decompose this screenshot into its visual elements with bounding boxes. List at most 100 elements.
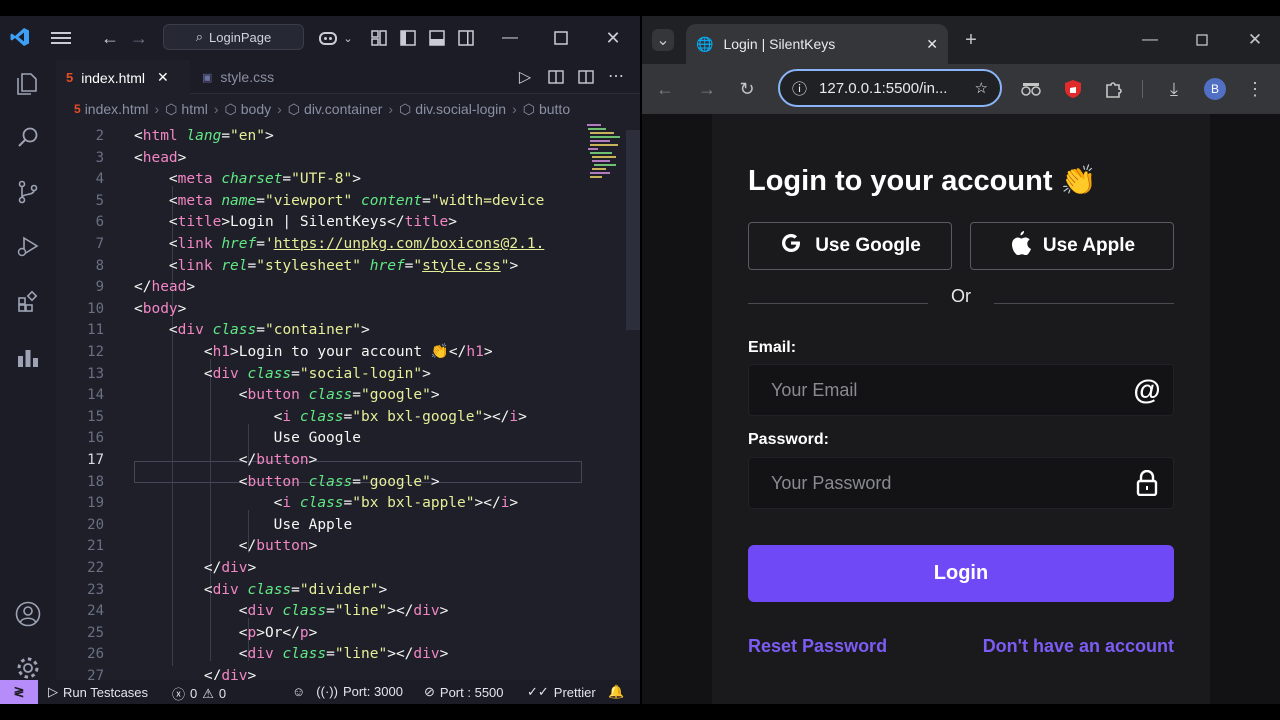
problems-item[interactable]: ⓧ 0 ⚠ 0 xyxy=(172,684,226,703)
port-3000-item[interactable]: ☺ ((·)) Port: 3000 xyxy=(292,684,403,699)
run-testcases-item[interactable]: ▷ Run Testcases xyxy=(48,684,148,700)
tab-close-icon[interactable]: ✕ xyxy=(926,36,938,53)
code-line[interactable]: 8 <link rel="stylesheet" href="style.css… xyxy=(56,256,586,278)
code-line[interactable]: 6 <title>Login | SilentKeys</title> xyxy=(56,212,586,234)
signup-link[interactable]: Don't have an account xyxy=(983,636,1174,657)
code-line[interactable]: 5 <meta name="viewport" content="width=d… xyxy=(56,191,586,213)
forward-arrow-icon[interactable]: → xyxy=(129,28,149,48)
remote-indicator[interactable]: ≷ xyxy=(0,680,38,704)
tab-index-html[interactable]: 5 index.html ✕ xyxy=(56,60,190,94)
extension-shield-icon[interactable] xyxy=(1062,78,1084,100)
code-line[interactable]: 21 </button> xyxy=(56,536,586,558)
minimize-icon[interactable]: — xyxy=(1139,29,1161,51)
code-line[interactable]: 15 <i class="bx bxl-google"></i> xyxy=(56,407,586,429)
email-field[interactable]: Your Email @ xyxy=(748,364,1174,416)
code-line[interactable]: 17 </button> xyxy=(56,450,586,472)
minimize-icon[interactable]: — xyxy=(500,28,520,48)
code-line[interactable]: 20 Use Apple xyxy=(56,515,586,537)
more-actions-icon[interactable]: ⋯ xyxy=(605,65,627,87)
run-debug-icon[interactable] xyxy=(14,232,42,260)
open-preview-icon[interactable] xyxy=(545,66,567,88)
chrome-menu-icon[interactable]: ⋮ xyxy=(1244,78,1266,100)
source-control-icon[interactable] xyxy=(14,178,42,206)
code-editor[interactable]: 2 <html lang="en"> 3 <head> 4 <meta charset=… xyxy=(56,122,640,680)
reset-password-link[interactable]: Reset Password xyxy=(748,636,887,657)
code-line[interactable]: 12 <h1>Login to your account 👏</h1> xyxy=(56,342,586,364)
layout-icon[interactable] xyxy=(369,28,389,48)
close-icon[interactable]: ✕ xyxy=(1244,29,1266,51)
code-line[interactable]: 18 <button class="google"> xyxy=(56,472,586,494)
explorer-icon[interactable] xyxy=(14,70,42,98)
run-file-icon[interactable]: ▷ xyxy=(514,66,536,88)
bar-chart-icon[interactable] xyxy=(14,344,42,372)
account-icon[interactable] xyxy=(14,600,42,628)
breadcrumb-item[interactable]: butto xyxy=(539,101,570,117)
code-line[interactable]: 16 Use Google xyxy=(56,428,586,450)
code-token: = xyxy=(256,322,265,339)
command-center-search[interactable]: ⌕ LoginPage xyxy=(163,24,304,50)
close-icon[interactable]: ✕ xyxy=(603,28,623,48)
copilot-icon[interactable] xyxy=(318,28,338,48)
code-line[interactable]: 22 </div> xyxy=(56,558,586,580)
code-line[interactable]: 10 <body> xyxy=(56,299,586,321)
maximize-icon[interactable] xyxy=(551,28,571,48)
code-line[interactable]: 25 <p>Or</p> xyxy=(56,623,586,645)
breadcrumb-item[interactable]: body xyxy=(241,101,271,117)
port-5500-item[interactable]: ⊘ Port : 5500 xyxy=(424,684,504,700)
extension-glasses-icon[interactable] xyxy=(1020,78,1042,100)
tab-close-icon[interactable]: ✕ xyxy=(157,69,169,86)
editor-scrollbar[interactable] xyxy=(626,130,640,330)
breadcrumb-item[interactable]: index.html xyxy=(85,101,149,117)
code-line[interactable]: 2 <html lang="en"> xyxy=(56,126,586,148)
notifications-bell-icon[interactable]: 🔔 xyxy=(608,684,624,700)
site-info-icon[interactable]: ⓘ xyxy=(792,78,807,99)
address-bar[interactable]: ⓘ 127.0.0.1:5500/in... ☆ xyxy=(778,69,1002,107)
apple-login-button[interactable]: Use Apple xyxy=(970,222,1174,270)
code-line[interactable]: 23 <div class="divider"> xyxy=(56,580,586,602)
google-login-button[interactable]: Use Google xyxy=(748,222,952,270)
download-icon[interactable]: ⤓ xyxy=(1163,78,1185,100)
code-line[interactable]: 9 </head> xyxy=(56,277,586,299)
toggle-sidebar-icon[interactable] xyxy=(398,28,418,48)
code-line[interactable]: 7 <link href='https://unpkg.com/boxicons… xyxy=(56,234,586,256)
line-number: 20 xyxy=(87,516,104,533)
screen: ← → ⌕ LoginPage ⌄ — ✕ 5 index.html ✕ ▣ s… xyxy=(0,16,1280,704)
maximize-icon[interactable] xyxy=(1191,29,1213,51)
toggle-secondary-sidebar-icon[interactable] xyxy=(456,28,476,48)
menu-icon[interactable] xyxy=(51,28,71,48)
extensions-puzzle-icon[interactable] xyxy=(1102,78,1124,100)
code-line[interactable]: 19 <i class="bx bxl-apple"></i> xyxy=(56,493,586,515)
minimap[interactable] xyxy=(584,122,624,202)
tab-search-chevron-icon[interactable]: ⌄ xyxy=(652,29,674,51)
code-line[interactable]: 4 <meta charset="UTF-8"> xyxy=(56,169,586,191)
breadcrumb-item[interactable]: div.social-login xyxy=(415,101,506,117)
settings-gear-icon[interactable] xyxy=(14,654,42,682)
code-line[interactable]: 26 <div class="line"></div> xyxy=(56,644,586,666)
code-line[interactable]: 27 </div> xyxy=(56,666,586,680)
code-line[interactable]: 3 <head> xyxy=(56,148,586,170)
reload-icon[interactable]: ↻ xyxy=(736,78,758,100)
breadcrumb-item[interactable]: div.container xyxy=(304,101,382,117)
search-icon[interactable] xyxy=(14,124,42,152)
password-field[interactable]: Your Password xyxy=(748,457,1174,509)
back-arrow-icon[interactable]: ← xyxy=(100,28,120,48)
profile-avatar[interactable]: B xyxy=(1204,78,1226,100)
code-token: p xyxy=(247,624,257,641)
code-line[interactable]: 13 <div class="social-login"> xyxy=(56,364,586,386)
browser-tab[interactable]: 🌐 Login | SilentKeys ✕ xyxy=(686,24,948,64)
code-line[interactable]: 11 <div class="container"> xyxy=(56,320,586,342)
breadcrumb-item[interactable]: html xyxy=(181,101,207,117)
login-button[interactable]: Login xyxy=(748,545,1174,602)
tab-style-css[interactable]: ▣ style.css xyxy=(192,60,312,94)
forward-arrow-icon[interactable]: → xyxy=(696,78,718,100)
prettier-item[interactable]: ✓✓ Prettier xyxy=(527,684,596,700)
code-line[interactable]: 24 <div class="line"></div> xyxy=(56,601,586,623)
new-tab-plus-icon[interactable]: + xyxy=(960,29,982,51)
code-line[interactable]: 14 <button class="google"> xyxy=(56,385,586,407)
split-editor-icon[interactable] xyxy=(575,66,597,88)
toggle-panel-icon[interactable] xyxy=(427,28,447,48)
bookmark-star-icon[interactable]: ☆ xyxy=(975,79,988,97)
back-arrow-icon[interactable]: ← xyxy=(654,78,676,100)
extensions-icon[interactable] xyxy=(14,288,42,316)
chevron-down-icon[interactable]: ⌄ xyxy=(338,28,358,48)
